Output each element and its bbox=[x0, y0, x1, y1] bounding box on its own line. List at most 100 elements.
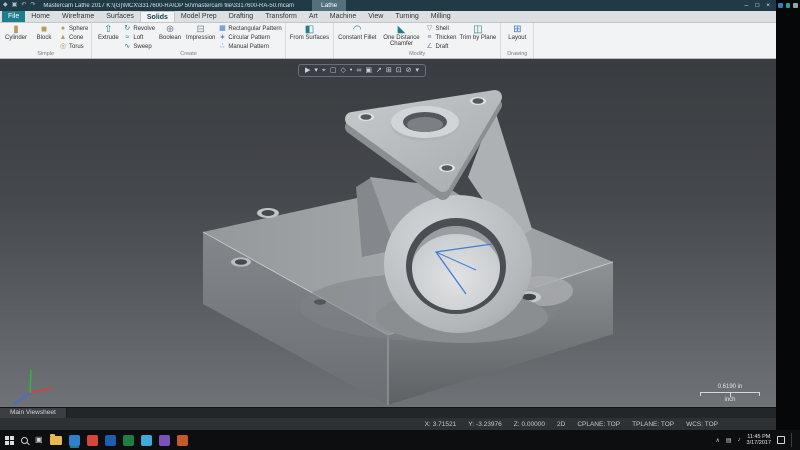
tray-display-icon[interactable]: ▤ bbox=[726, 437, 732, 444]
only-select-icon[interactable]: ⊡ bbox=[396, 64, 402, 77]
ribbon-solids: ▮ Cylinder ■ Block ● Sphere ▲ Cone ◎ Tor… bbox=[0, 23, 776, 59]
tab-drafting[interactable]: Drafting bbox=[223, 11, 260, 22]
cad-model[interactable] bbox=[0, 59, 776, 407]
taskbar-app-6[interactable] bbox=[158, 434, 170, 446]
save-icon[interactable]: ▣ bbox=[12, 0, 18, 11]
cone-button[interactable]: ▲ Cone bbox=[59, 34, 88, 42]
area-select-icon[interactable]: ▣ bbox=[365, 64, 372, 77]
context-tab-lathe[interactable]: Lathe bbox=[312, 0, 347, 11]
taskbar-app-1[interactable] bbox=[68, 434, 80, 446]
draft-button[interactable]: ∠ Draft bbox=[425, 43, 456, 51]
thicken-button[interactable]: ≡ Thicken bbox=[425, 34, 456, 42]
tab-surfaces[interactable]: Surfaces bbox=[100, 11, 140, 22]
tab-art[interactable]: Art bbox=[303, 11, 324, 22]
start-button[interactable] bbox=[5, 435, 14, 445]
cylinder-icon: ▮ bbox=[13, 24, 19, 35]
right-strip-icon-2[interactable] bbox=[785, 3, 791, 8]
tab-home[interactable]: Home bbox=[25, 11, 56, 22]
vector-select-icon[interactable]: ↗ bbox=[376, 64, 382, 77]
crosshair-icon[interactable]: ⌖ bbox=[322, 64, 326, 77]
taskview-icon[interactable]: ▣ bbox=[35, 430, 43, 450]
thicken-icon: ≡ bbox=[427, 34, 432, 41]
scale-unit: inch bbox=[724, 397, 736, 403]
status-tplane[interactable]: TPLANE: TOP bbox=[632, 421, 674, 428]
dropdown-icon[interactable]: ▾ bbox=[314, 64, 318, 77]
select-cursor-icon[interactable]: ▶ bbox=[305, 64, 310, 77]
search-icon[interactable] bbox=[21, 436, 28, 444]
viewsheet-tab-main[interactable]: Main Viewsheet bbox=[0, 408, 67, 418]
extrude-button[interactable]: ⇧ Extrude bbox=[95, 24, 121, 41]
file-explorer-icon[interactable] bbox=[49, 434, 62, 445]
group-label-simple: Simple bbox=[37, 51, 55, 57]
status-cplane[interactable]: CPLANE: TOP bbox=[577, 421, 620, 428]
constant-fillet-button[interactable]: ◠ Constant Fillet bbox=[337, 24, 377, 41]
status-wcs[interactable]: WCS: TOP bbox=[686, 421, 718, 428]
tab-wireframe[interactable]: Wireframe bbox=[56, 11, 100, 22]
polygon-select-icon[interactable]: ◇ bbox=[340, 64, 345, 77]
loft-label: Loft bbox=[133, 35, 144, 41]
dropdown-icon[interactable]: ▾ bbox=[415, 64, 419, 77]
main-bore[interactable] bbox=[406, 218, 506, 314]
taskbar-app-4[interactable] bbox=[122, 434, 134, 446]
tab-view[interactable]: View bbox=[362, 11, 389, 22]
shell-label: Shell bbox=[435, 26, 449, 32]
status-z: Z: 0.00000 bbox=[513, 420, 545, 428]
status-y: Y: -3.23976 bbox=[468, 420, 502, 428]
boolean-button[interactable]: ⊕ Boolean bbox=[157, 24, 183, 41]
action-center-icon[interactable] bbox=[777, 436, 785, 444]
tray-chevron-icon[interactable]: ∧ bbox=[715, 437, 719, 444]
manual-pattern-button[interactable]: ∴ Manual Pattern bbox=[218, 43, 281, 51]
loft-button[interactable]: ≈ Loft bbox=[123, 34, 155, 42]
show-desktop-button[interactable] bbox=[791, 433, 793, 447]
revolve-label: Revolve bbox=[133, 26, 156, 32]
tab-model-prep[interactable]: Model Prep bbox=[175, 11, 223, 22]
chain-select-icon[interactable]: ∞ bbox=[356, 64, 361, 77]
one-distance-chamfer-button[interactable]: ◣ One Distance Chamfer bbox=[379, 24, 423, 47]
all-select-icon[interactable]: ⊞ bbox=[386, 64, 392, 77]
minimize-button[interactable]: – bbox=[745, 0, 749, 11]
torus-button[interactable]: ◎ Torus bbox=[59, 43, 88, 51]
tray-volume-icon[interactable]: ♪ bbox=[738, 437, 741, 443]
clear-select-icon[interactable]: ⊘ bbox=[406, 64, 412, 77]
impression-icon: ⊟ bbox=[196, 24, 205, 35]
single-select-icon[interactable]: • bbox=[350, 64, 352, 77]
block-button[interactable]: ■ Block bbox=[31, 24, 57, 41]
ribbon-group-drawing: ⊞ Layout Drawing bbox=[501, 23, 535, 58]
close-button[interactable]: × bbox=[766, 0, 770, 11]
system-tray: ∧ ▤ ♪ 11:45 PM 3/17/2017 bbox=[715, 433, 795, 447]
taskbar-clock[interactable]: 11:45 PM 3/17/2017 bbox=[747, 434, 771, 446]
tab-turning[interactable]: Turning bbox=[389, 11, 424, 22]
shell-button[interactable]: ▽ Shell bbox=[425, 25, 456, 33]
block-icon: ■ bbox=[40, 24, 48, 35]
tab-solids[interactable]: Solids bbox=[139, 11, 175, 22]
tab-machine[interactable]: Machine bbox=[324, 11, 362, 22]
tab-milling[interactable]: Milling bbox=[425, 11, 457, 22]
revolve-button[interactable]: ↻ Revolve bbox=[123, 25, 155, 33]
rectangular-pattern-button[interactable]: ▦ Rectangular Pattern bbox=[218, 25, 282, 33]
taskbar-app-2[interactable] bbox=[86, 434, 98, 446]
maximize-button[interactable]: □ bbox=[755, 0, 759, 11]
graphics-viewport[interactable]: ▶ ▾ ⌖ ▢ ◇ • ∞ ▣ ↗ ⊞ ⊡ ⊘ ▾ 0.6190 in inch bbox=[0, 59, 776, 407]
layout-button[interactable]: ⊞ Layout bbox=[504, 24, 530, 41]
undo-icon[interactable]: ↶ bbox=[21, 0, 26, 11]
trim-plane-icon: ◫ bbox=[473, 24, 483, 35]
cylinder-button[interactable]: ▮ Cylinder bbox=[3, 24, 29, 41]
sweep-button[interactable]: ∿ Sweep bbox=[123, 43, 155, 51]
right-strip-icon-3[interactable] bbox=[793, 3, 799, 8]
taskbar-app-3[interactable] bbox=[104, 434, 116, 446]
status-mode[interactable]: 2D bbox=[557, 421, 565, 428]
tab-file[interactable]: File bbox=[2, 11, 26, 22]
right-strip-icon-1[interactable] bbox=[778, 3, 783, 8]
circular-pattern-button[interactable]: ∗ Circular Pattern bbox=[218, 34, 281, 42]
trim-by-plane-button[interactable]: ◫ Trim by Plane bbox=[458, 24, 497, 41]
impression-button[interactable]: ⊟ Impression bbox=[185, 24, 216, 41]
taskbar-app-5[interactable] bbox=[140, 434, 152, 446]
ribbon-group-modify: ◠ Constant Fillet ◣ One Distance Chamfer… bbox=[334, 23, 502, 58]
taskbar-app-7[interactable] bbox=[176, 434, 188, 446]
window-select-icon[interactable]: ▢ bbox=[330, 64, 337, 77]
from-surfaces-button[interactable]: ◧ From Surfaces bbox=[289, 24, 330, 41]
app-icon[interactable]: ◆ bbox=[3, 0, 8, 11]
redo-icon[interactable]: ↷ bbox=[30, 0, 35, 11]
tab-transform[interactable]: Transform bbox=[259, 11, 303, 22]
sphere-button[interactable]: ● Sphere bbox=[59, 25, 88, 33]
